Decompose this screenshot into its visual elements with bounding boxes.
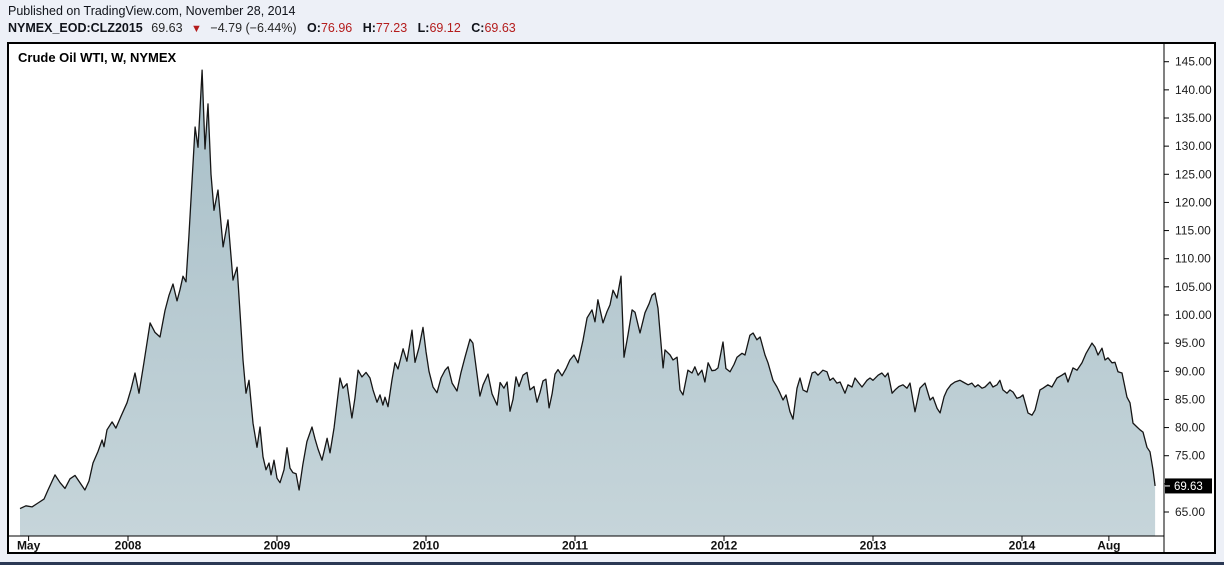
- price-area: [20, 70, 1156, 536]
- chart-frame: 65.0070.0075.0080.0085.0090.0095.00100.0…: [7, 42, 1216, 554]
- y-axis-label: 135.00: [1175, 111, 1212, 125]
- x-axis-label: 2011: [562, 539, 588, 553]
- y-axis-label: 80.00: [1175, 421, 1205, 435]
- y-axis-label: 105.00: [1175, 280, 1212, 294]
- y-axis-label: 130.00: [1175, 139, 1212, 153]
- x-axis-label: 2008: [115, 539, 142, 553]
- y-axis-label: 75.00: [1175, 449, 1205, 463]
- y-axis-label: 120.00: [1175, 195, 1212, 209]
- ticker-change: −4.79 (−6.44%): [210, 21, 297, 35]
- high-label: H:: [362, 21, 376, 35]
- y-axis-label: 95.00: [1175, 336, 1205, 350]
- x-axis-label: 2010: [413, 539, 440, 553]
- high-value: 77.23: [375, 21, 408, 35]
- ticker-last-price: 69.63: [151, 21, 183, 35]
- y-axis-label: 140.00: [1175, 83, 1212, 97]
- low-value: 69.12: [429, 21, 461, 35]
- y-axis-label: 145.00: [1175, 55, 1212, 69]
- price-chart-canvas[interactable]: 65.0070.0075.0080.0085.0090.0095.00100.0…: [9, 44, 1214, 552]
- x-axis-label: 2014: [1009, 539, 1036, 553]
- y-axis-label: 110.00: [1175, 252, 1211, 266]
- x-axis-label: 2012: [711, 539, 738, 553]
- y-axis-label: 125.00: [1175, 167, 1212, 181]
- x-axis-label: 2013: [860, 539, 887, 553]
- y-axis-label: 100.00: [1175, 308, 1212, 322]
- x-axis-label: 2009: [264, 539, 291, 553]
- y-axis-label: 115.00: [1175, 224, 1211, 238]
- y-axis-label: 65.00: [1175, 505, 1205, 519]
- y-axis-label: 85.00: [1175, 392, 1205, 406]
- x-axis-label: Aug: [1097, 539, 1120, 553]
- x-axis-label: May: [17, 539, 41, 553]
- chart-title: Crude Oil WTI, W, NYMEX: [18, 50, 177, 65]
- low-label: L:: [417, 21, 430, 35]
- y-axis-label: 90.00: [1175, 364, 1205, 378]
- last-price-label: 69.63: [1174, 481, 1203, 493]
- open-value: 76.96: [320, 21, 353, 35]
- ticker-line: NYMEX_EOD:CLZ2015 69.63 ▼ −4.79 (−6.44%)…: [8, 21, 516, 35]
- ticker-symbol: NYMEX_EOD:CLZ2015: [8, 21, 143, 35]
- open-label: O:: [307, 21, 321, 35]
- published-line: Published on TradingView.com, November 2…: [8, 4, 296, 18]
- down-triangle-icon: ▼: [191, 23, 202, 35]
- close-label: C:: [471, 21, 485, 35]
- close-value: 69.63: [484, 21, 516, 35]
